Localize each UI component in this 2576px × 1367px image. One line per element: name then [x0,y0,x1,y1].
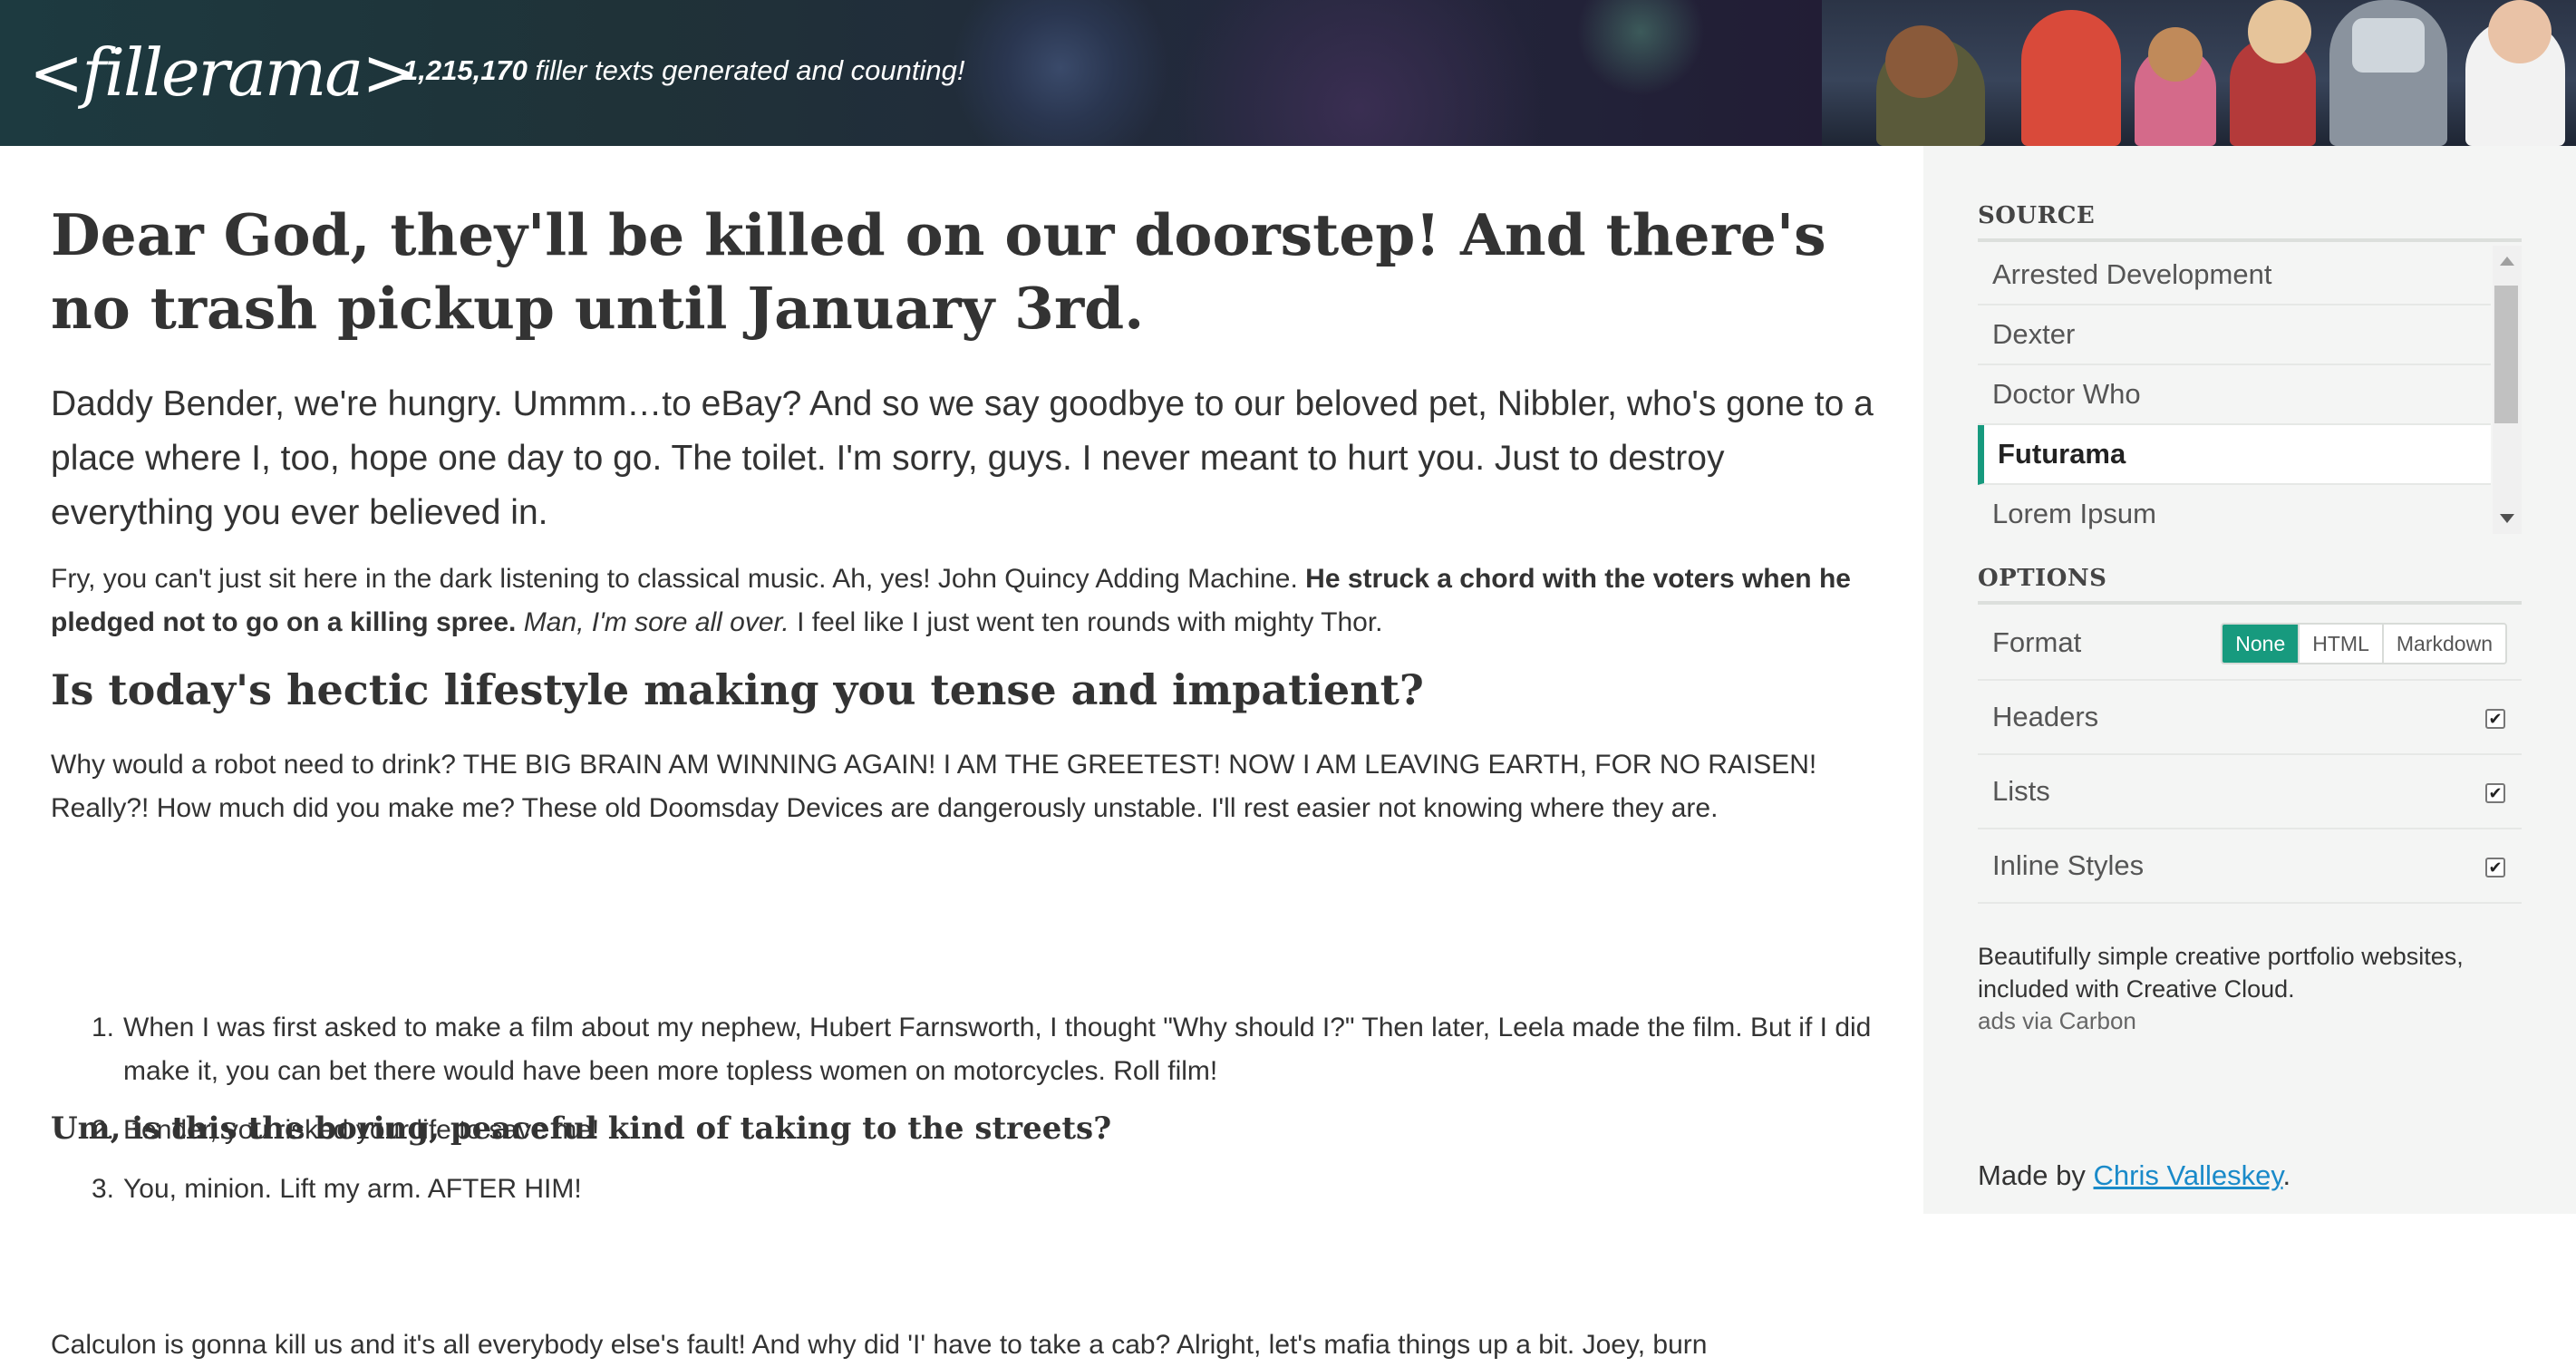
site-header: <fillerama> 1,215,170 filler texts gener… [0,0,2576,146]
made-by-prefix: Made by [1978,1159,2094,1191]
scroll-up-arrow-icon[interactable] [2500,257,2514,266]
paragraph-1: Fry, you can't just sit here in the dark… [51,557,1882,645]
source-list[interactable]: Arrested Development Dexter Doctor Who F… [1978,246,2522,534]
fillerama-logo[interactable]: <fillerama> [29,27,417,118]
format-markdown-button[interactable]: Markdown [2381,625,2505,663]
author-link[interactable]: Chris Valleskey [2094,1159,2283,1191]
subsection-heading: Um, is this the boring, peaceful kind of… [51,1110,1112,1147]
paragraph-1-italic: Man, I'm sore all over. [523,607,789,637]
lists-checkbox[interactable]: ✔ [2485,783,2505,803]
character-hermes-head [1885,25,1958,98]
sidebar: SOURCE Arrested Development Dexter Docto… [1923,146,2576,1214]
tagline-text: filler texts generated and counting! [527,54,965,86]
carbon-ad-text[interactable]: Beautifully simple creative portfolio we… [1978,940,2540,1005]
made-by-credit: Made by Chris Valleskey. [1978,1159,2290,1192]
lists-label: Lists [1992,775,2050,807]
paragraph-1-text: Fry, you can't just sit here in the dark… [51,564,1306,594]
format-label: Format [1992,626,2082,658]
format-selector[interactable]: None HTML Markdown [2221,623,2507,664]
headers-label: Headers [1992,701,2099,732]
source-list-scrollbar[interactable] [2493,246,2522,534]
inline-styles-checkbox[interactable]: ✔ [2485,858,2505,877]
format-none-button[interactable]: None [2223,625,2299,663]
section-heading: Is today's hectic lifestyle making you t… [51,665,1424,714]
list-item: 3. You, minion. Lift my arm. AFTER HIM! [92,1168,1891,1211]
paragraph-3: Calculon is gonna kill us and it's all e… [51,1330,1708,1360]
source-item-doctor-who[interactable]: Doctor Who [1978,365,2491,425]
source-item-dexter[interactable]: Dexter [1978,305,2491,365]
made-by-suffix: . [2282,1159,2291,1191]
format-html-button[interactable]: HTML [2298,625,2382,663]
scroll-down-arrow-icon[interactable] [2500,514,2514,523]
article-title: Dear God, they'll be killed on our doors… [51,201,1826,342]
source-item-arrested-development[interactable]: Arrested Development [1978,246,2491,305]
character-zoidberg [2021,10,2121,146]
paragraph-1-end: I feel like I just went ten rounds with … [789,607,1383,637]
headers-option-row[interactable]: Headers ✔ [1978,681,2522,755]
lead-paragraph: Daddy Bender, we're hungry. Ummm…to eBay… [51,384,1874,532]
tagline: 1,215,170 filler texts generated and cou… [402,54,964,87]
source-item-futurama[interactable]: Futurama [1978,425,2491,485]
source-heading: SOURCE [1978,202,2522,242]
generated-count: 1,215,170 [402,54,528,86]
options-heading: OPTIONS [1978,565,2522,605]
character-fry-head [2248,0,2311,63]
list-number: 1. [91,1013,114,1042]
character-amy-head [2148,27,2203,82]
headers-checkbox[interactable]: ✔ [2485,709,2505,729]
ads-via-carbon-link[interactable]: ads via Carbon [1978,1007,2136,1035]
list-item-text: You, minion. Lift my arm. AFTER HIM! [123,1174,582,1204]
list-item-text: When I was first asked to make a film ab… [123,1013,1872,1086]
list-number: 3. [91,1174,114,1204]
format-option-row: Format None HTML Markdown [1978,606,2522,681]
lists-option-row[interactable]: Lists ✔ [1978,755,2522,829]
paragraph-2: Why would a robot need to drink? THE BIG… [51,750,1817,823]
source-item-lorem-ipsum[interactable]: Lorem Ipsum [1978,485,2491,534]
list-item: 1. When I was first asked to make a film … [92,1006,1891,1093]
character-bender-visor [2352,18,2425,73]
scrollbar-thumb[interactable] [2494,286,2518,423]
inline-styles-label: Inline Styles [1992,849,2145,881]
futurama-characters-banner [1822,0,2576,146]
inline-styles-option-row[interactable]: Inline Styles ✔ [1978,829,2522,904]
character-leela-head [2488,0,2552,63]
